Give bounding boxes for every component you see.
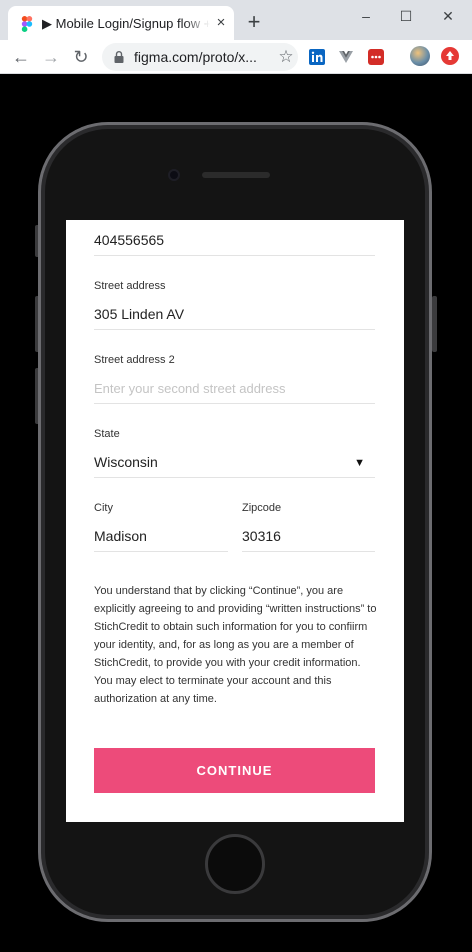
browser-toolbar: ← → ↻ figma.com/proto/x... ☆ (0, 40, 472, 74)
zipcode-label: Zipcode (242, 502, 282, 514)
state-value: Wisconsin (94, 454, 158, 470)
zipcode-field[interactable]: Zipcode 30316 (242, 502, 375, 552)
phone-number-value: 404556565 (94, 232, 165, 248)
new-tab-button[interactable]: + (244, 11, 264, 33)
back-button[interactable]: ← (10, 46, 32, 68)
tab-title-fade (184, 12, 210, 34)
state-dropdown[interactable]: State Wisconsin ▼ (94, 428, 375, 478)
home-button[interactable] (205, 834, 265, 894)
url-text: figma.com/proto/x... (134, 49, 257, 65)
front-camera (168, 169, 180, 181)
lock-icon (114, 51, 124, 63)
profile-avatar[interactable] (410, 46, 430, 66)
street-address-value: 305 Linden AV (94, 306, 185, 322)
browser-tab-strip: ▶ Mobile Login/Signup flow + A × + – ☐ ✕ (0, 0, 472, 40)
city-label: City (94, 502, 113, 514)
browser-tab[interactable]: ▶ Mobile Login/Signup flow + A × (8, 6, 234, 40)
state-label: State (94, 428, 120, 440)
vuejs-devtools-icon[interactable] (338, 49, 354, 65)
zipcode-value: 30316 (242, 528, 281, 544)
caret-down-icon: ▼ (354, 457, 365, 469)
phone-power-button (432, 296, 437, 352)
earpiece-speaker (202, 172, 270, 178)
continue-button[interactable]: CONTINUE (94, 748, 375, 793)
street-address-2-label: Street address 2 (94, 354, 175, 366)
phone-number-field[interactable]: 404556565 (94, 220, 375, 256)
street-address-2-field[interactable]: Street address 2 Enter your second stree… (94, 354, 375, 404)
phone-screen: 404556565 Street address 305 Linden AV S… (66, 220, 404, 822)
linkedin-icon[interactable] (309, 49, 325, 65)
city-field[interactable]: City Madison (94, 502, 228, 552)
forward-button[interactable]: → (40, 46, 62, 68)
close-window-button[interactable]: ✕ (438, 6, 458, 26)
city-value: Madison (94, 528, 147, 544)
figma-icon (21, 16, 33, 32)
update-icon[interactable] (441, 47, 459, 65)
lastpass-icon[interactable] (368, 49, 384, 65)
street-address-label: Street address (94, 280, 166, 292)
tab-close-button[interactable]: × (212, 14, 230, 32)
street-address-field[interactable]: Street address 305 Linden AV (94, 280, 375, 330)
maximize-button[interactable]: ☐ (396, 6, 416, 26)
street-address-2-placeholder: Enter your second street address (94, 381, 286, 396)
consent-disclaimer: You understand that by clicking “Continu… (94, 585, 377, 705)
bookmark-star-icon[interactable]: ☆ (276, 47, 296, 67)
reload-button[interactable]: ↻ (70, 46, 92, 68)
address-bar[interactable]: figma.com/proto/x... ☆ (102, 43, 298, 71)
minimize-button[interactable]: – (356, 6, 376, 26)
